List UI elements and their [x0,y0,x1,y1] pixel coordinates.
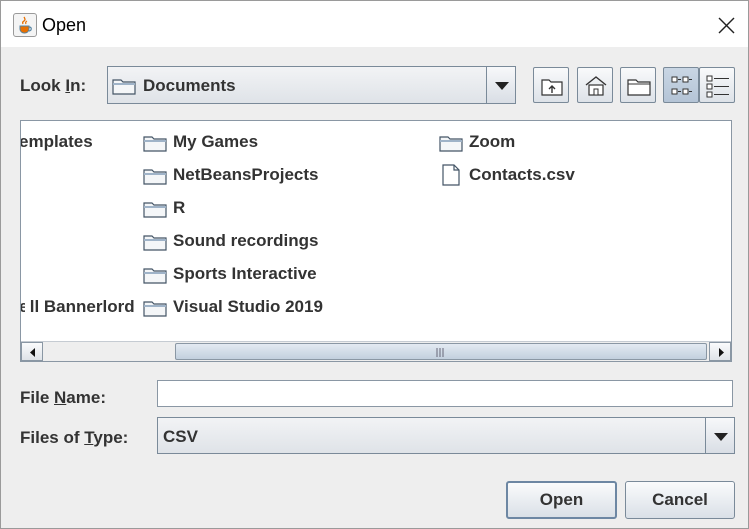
folder-icon [143,235,167,251]
file-icon [442,164,460,186]
grip-icon [436,348,444,357]
files-of-type-selected: CSV [163,427,198,446]
open-button[interactable]: Open [506,481,617,519]
home-button[interactable] [577,67,613,103]
list-item[interactable]: My Games [143,131,423,155]
list-item[interactable]: Contacts.csv [439,164,679,188]
file-name: NetBeansProjects [173,165,319,184]
scroll-right-button[interactable] [709,342,731,361]
file-name: Sports Interactive [173,264,317,283]
folder-icon [143,202,167,218]
look-in-combo[interactable]: Documents [107,66,516,104]
file-name: e ll Bannerlord [21,297,135,316]
list-item[interactable]: Zoom [439,131,679,155]
file-list[interactable]: emplates e ll Bannerlord My Games NetBea… [20,120,732,362]
list-item[interactable]: Sports Interactive [143,263,423,287]
chevron-down-icon[interactable] [486,67,515,103]
close-icon [718,17,735,34]
list-item[interactable]: e ll Bannerlord [21,296,145,320]
folder-icon [143,136,167,152]
horizontal-scrollbar[interactable] [21,341,731,361]
chevron-down-icon[interactable] [705,418,734,453]
file-name: Sound recordings [173,231,319,250]
folder-icon [143,268,167,284]
look-in-selected: Documents [143,76,236,95]
look-in-label: Look In: [20,76,87,95]
list-item[interactable]: Sound recordings [143,230,423,254]
list-item[interactable]: NetBeansProjects [143,164,423,188]
file-name-label: File Name: [20,388,106,407]
java-coffee-icon [13,13,37,37]
details-view-button[interactable] [699,67,735,103]
list-item[interactable]: R [143,197,423,221]
arrow-left-icon [30,348,35,357]
file-name: emplates [20,132,93,151]
close-button[interactable] [709,10,743,40]
details-view-icon [706,75,729,98]
list-view-icon [671,76,692,95]
up-one-level-button[interactable] [533,67,569,103]
list-item[interactable]: Visual Studio 2019 [143,296,423,320]
cancel-button[interactable]: Cancel [625,481,735,519]
arrow-right-icon [719,348,724,357]
folder-icon [439,136,463,152]
new-folder-button[interactable] [620,67,656,103]
title-bar: Open [1,1,748,47]
up-folder-icon [541,79,563,96]
list-item[interactable]: emplates [21,131,141,155]
scroll-thumb[interactable] [175,343,707,360]
folder-icon [143,301,167,317]
files-of-type-label: Files of Type: [20,428,129,447]
list-view-button[interactable] [663,67,699,103]
file-name: Zoom [469,132,516,151]
new-folder-icon [627,79,651,96]
window-title: Open [42,15,87,35]
file-name-input[interactable] [157,380,733,407]
home-icon [585,76,607,96]
file-name: Visual Studio 2019 [173,297,323,316]
file-name: R [173,198,186,217]
files-of-type-combo[interactable]: CSV [157,417,735,454]
file-name: Contacts.csv [469,165,575,184]
scroll-left-button[interactable] [21,342,43,361]
file-name: My Games [173,132,259,151]
open-dialog: Open Look In: Documents emplates ll Bann… [0,0,749,529]
folder-icon [143,169,167,185]
folder-icon [112,79,136,95]
